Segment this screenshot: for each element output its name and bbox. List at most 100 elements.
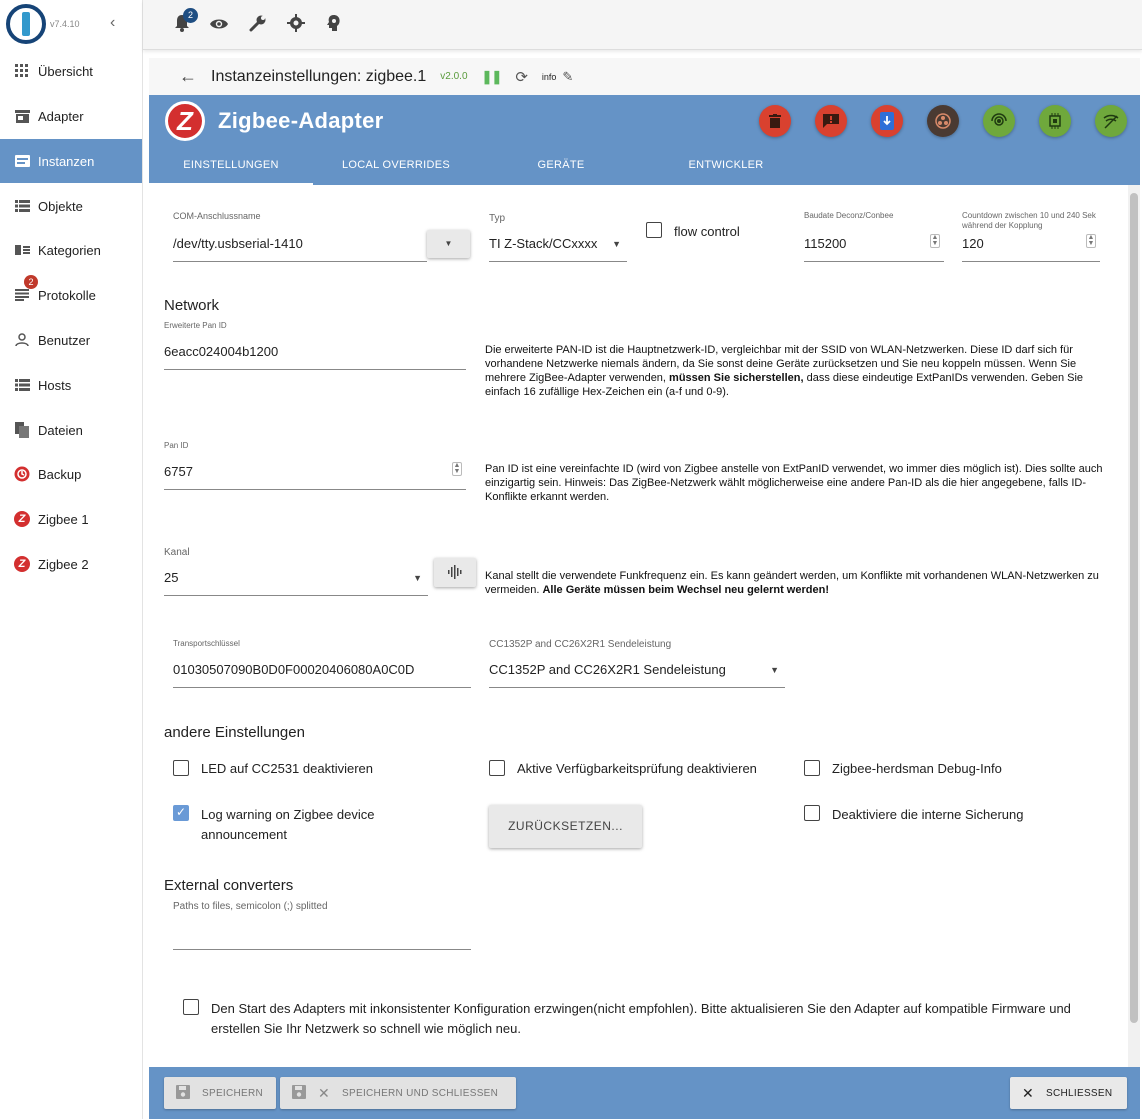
signal-icon[interactable]	[1095, 105, 1127, 137]
notification-badge: 2	[183, 8, 198, 23]
pan-id-field[interactable]: Pan ID 6757 ▲ ▼	[164, 441, 466, 491]
save-icon	[292, 1084, 306, 1102]
expert-mode-icon[interactable]	[323, 14, 345, 36]
page-title: Instanzeinstellungen: zigbee.1	[211, 67, 427, 85]
adapter-title: Zigbee-Adapter	[218, 108, 384, 133]
chevron-down-icon: ▼	[770, 665, 779, 675]
pairing-icon[interactable]	[983, 105, 1015, 137]
sidebar-item-label: Adapter	[38, 108, 84, 124]
network-map-icon[interactable]	[927, 105, 959, 137]
gear-icon[interactable]	[285, 14, 307, 36]
app-version: v7.4.10	[50, 19, 80, 29]
sidebar-item-label: Zigbee 2	[38, 556, 89, 572]
sidebar-item-uebersicht[interactable]: Übersicht	[0, 49, 142, 93]
baudrate-value[interactable]: 115200	[804, 236, 846, 251]
chip-icon[interactable]	[1039, 105, 1071, 137]
sidebar-item-objekte[interactable]: Objekte	[0, 184, 142, 228]
sidebar-item-hosts[interactable]: Hosts	[0, 363, 142, 407]
footer-toolbar: SPEICHERN ✕ SPEICHERN UND SCHLIESSEN ✕ S…	[149, 1067, 1140, 1119]
countdown-value[interactable]: 120	[962, 236, 984, 251]
close-icon: ✕	[318, 1084, 331, 1101]
sidebar-item-instanzen[interactable]: Instanzen	[0, 139, 142, 183]
firmware-icon[interactable]	[871, 105, 903, 137]
kanal-select[interactable]: Kanal 25 ▼	[164, 547, 428, 597]
transport-key-value[interactable]: 01030507090B0D0F00020406080A0C0D	[173, 662, 414, 677]
instance-header: ← Instanzeinstellungen: zigbee.1 v2.0.0 …	[149, 58, 1140, 95]
sidebar-item-adapter[interactable]: Adapter	[0, 94, 142, 138]
save-icon	[176, 1084, 190, 1102]
com-port-dropdown-button[interactable]: ▼	[427, 230, 470, 258]
log-warning-checkbox[interactable]: ✓	[173, 805, 189, 821]
channel-scan-button[interactable]	[434, 558, 476, 587]
save-and-close-button[interactable]: ✕ SPEICHERN UND SCHLIESSEN	[280, 1077, 516, 1109]
ext-pan-id-field[interactable]: Erweiterte Pan ID 6eacc024004b1200	[164, 321, 466, 371]
tab-entwickler[interactable]: ENTWICKLER	[644, 153, 808, 185]
kanal-description: Kanal stellt die verwendete Funkfrequenz…	[485, 570, 1099, 596]
close-button[interactable]: ✕ SCHLIESSEN	[1010, 1077, 1127, 1109]
delete-icon[interactable]	[759, 105, 791, 137]
sidebar-item-zigbee-1[interactable]: Z Zigbee 1	[0, 497, 142, 541]
sidebar-item-zigbee-2[interactable]: Z Zigbee 2	[0, 542, 142, 586]
zigbee-icon: Z	[14, 511, 30, 527]
flow-control-checkbox[interactable]	[646, 222, 662, 238]
com-port-value[interactable]: /dev/tty.usbserial-1410	[173, 236, 303, 251]
zigbee-logo: Z	[165, 101, 205, 141]
power-select[interactable]: CC1352P and CC26X2R1 Sendeleistung CC135…	[489, 639, 785, 689]
pan-id-spinner[interactable]: ▲ ▼	[452, 462, 462, 476]
sidebar-item-label: Backup	[38, 466, 82, 482]
countdown-spinner[interactable]: ▲ ▼	[1086, 234, 1096, 248]
ext-pan-id-value[interactable]: 6eacc024004b1200	[164, 344, 278, 359]
back-arrow-icon[interactable]: ←	[179, 66, 197, 87]
grid-icon	[14, 63, 30, 79]
force-start-checkbox[interactable]	[183, 999, 199, 1015]
chevron-down-icon: ▼	[413, 573, 422, 583]
sidebar-item-backup[interactable]: Backup	[0, 452, 142, 496]
pause-icon[interactable]: ❚❚	[482, 69, 503, 85]
save-button[interactable]: SPEICHERN	[164, 1077, 276, 1109]
sidebar-item-label: Instanzen	[38, 153, 95, 169]
typ-select[interactable]: Typ TI Z-Stack/CCxxxx ▼	[489, 213, 627, 263]
edit-pencil-icon[interactable]: ✎	[562, 69, 573, 85]
backup-checkbox[interactable]	[804, 805, 820, 821]
flow-control-label: flow control	[674, 224, 740, 239]
pan-id-value[interactable]: 6757	[164, 464, 193, 479]
sidebar: v7.4.10 ‹ Übersicht Adapter Instanzen Ob…	[0, 0, 143, 1119]
baudrate-field[interactable]: Baudate Deconz/Conbee 115200 ▲ ▼	[804, 211, 944, 263]
sidebar-item-benutzer[interactable]: Benutzer	[0, 318, 142, 362]
list-icon	[14, 198, 30, 214]
wrench-icon[interactable]	[247, 14, 269, 36]
reset-button[interactable]: ZURÜCKSETZEN...	[489, 805, 642, 848]
backup-icon	[14, 466, 30, 482]
other-settings-title: andere Einstellungen	[164, 724, 305, 741]
sidebar-item-label: Dateien	[38, 422, 83, 438]
backup-label: Deaktiviere die interne Sicherung	[832, 807, 1024, 822]
sidebar-item-protokolle[interactable]: 2 Protokolle	[0, 273, 142, 317]
eye-icon[interactable]	[208, 14, 230, 36]
led-checkbox[interactable]	[173, 760, 189, 776]
countdown-field[interactable]: Countdown zwischen 10 und 240 Sek währen…	[962, 211, 1100, 263]
tab-geraete[interactable]: GERÄTE	[479, 153, 643, 185]
adapter-version: v2.0.0	[440, 71, 468, 82]
user-icon	[14, 332, 30, 348]
collapse-sidebar-icon[interactable]: ‹	[110, 14, 115, 32]
info-link[interactable]: info	[542, 72, 557, 82]
files-icon	[14, 422, 30, 438]
scrollbar-thumb[interactable]	[1130, 193, 1138, 1023]
refresh-icon[interactable]: ⟳	[515, 68, 528, 86]
external-converters-title: External converters	[164, 877, 294, 894]
tab-local-overrides[interactable]: LOCAL OVERRIDES	[314, 153, 478, 185]
baudrate-spinner[interactable]: ▲ ▼	[930, 234, 940, 248]
availability-checkbox[interactable]	[489, 760, 505, 776]
report-icon[interactable]	[815, 105, 847, 137]
network-section-title: Network	[164, 297, 220, 314]
content-scrollbar[interactable]	[1128, 185, 1140, 1067]
external-converters-field[interactable]: Paths to files, semicolon (;) splitted	[173, 901, 471, 951]
tab-einstellungen[interactable]: EINSTELLUNGEN	[149, 153, 313, 185]
sidebar-item-kategorien[interactable]: Kategorien	[0, 228, 142, 272]
sidebar-item-dateien[interactable]: Dateien	[0, 408, 142, 452]
iobroker-logo[interactable]	[6, 4, 46, 44]
pan-id-description: Pan ID ist eine vereinfachte ID (wird vo…	[485, 463, 1103, 503]
sidebar-item-label: Hosts	[38, 377, 72, 393]
transport-key-field[interactable]: Transportschlüssel 01030507090B0D0F00020…	[173, 639, 471, 689]
debug-checkbox[interactable]	[804, 760, 820, 776]
